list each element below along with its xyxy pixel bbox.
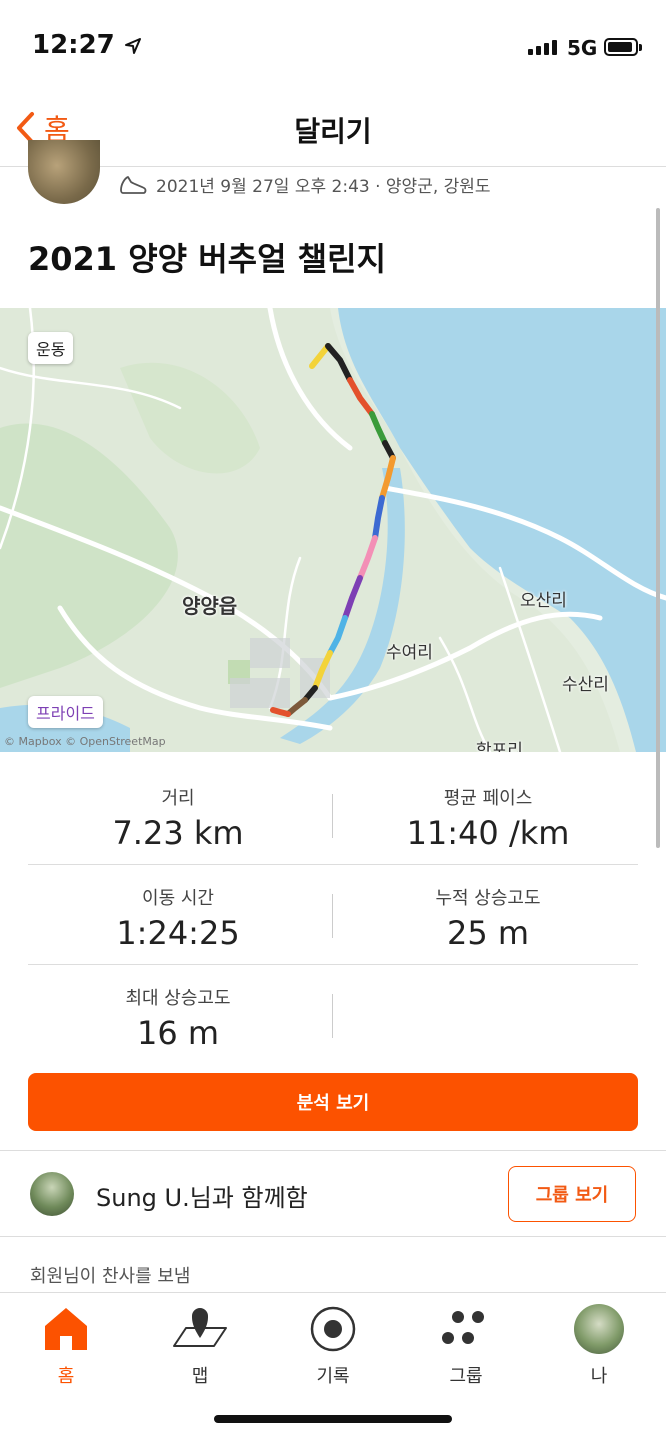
stat-label: 누적 상승고도 — [435, 888, 541, 909]
stat-value: 7.23 km — [112, 814, 244, 852]
stat-label: 이동 시간 — [142, 888, 214, 909]
stat-divider — [332, 894, 333, 938]
stat-max-elevation: 최대 상승고도 16 m — [28, 984, 328, 1052]
section-divider — [0, 1236, 666, 1237]
stat-avg-pace: 평균 페이스 11:40 /km — [338, 784, 638, 852]
view-analysis-button[interactable]: 분석 보기 — [28, 1073, 638, 1131]
activity-meta: 2021년 9월 27일 오후 2:43 · 양양군, 강원도 — [118, 172, 491, 197]
groups-icon — [442, 1311, 484, 1344]
route-map[interactable]: 운동 프라이드 양양읍 오산리 수여리 수산리 학포리 © Mapbox © O… — [0, 308, 666, 752]
stat-divider — [332, 794, 333, 838]
kudos-text[interactable]: 회원님이 찬사를 보냄 — [30, 1262, 190, 1288]
activity-title: 2021 양양 버추얼 챌린지 — [28, 240, 387, 278]
battery-icon — [604, 38, 642, 56]
stat-value: 11:40 /km — [406, 814, 570, 852]
stat-value: 16 m — [136, 1014, 220, 1052]
activity-date-location: 2021년 9월 27일 오후 2:43 · 양양군, 강원도 — [156, 177, 491, 197]
location-arrow-icon — [124, 37, 141, 54]
stat-label: 최대 상승고도 — [125, 988, 231, 1009]
with-athlete-text[interactable]: Sung U.님과 함께함 — [96, 1178, 308, 1213]
stat-row-divider — [28, 964, 638, 965]
map-place-label: 학포리 — [476, 741, 523, 752]
map-place-label: 수산리 — [562, 675, 609, 695]
view-group-button[interactable]: 그룹 보기 — [508, 1166, 636, 1222]
home-indicator[interactable] — [214, 1415, 452, 1423]
tab-groups[interactable]: 그룹 — [416, 1300, 516, 1388]
network-type: 5G — [567, 36, 598, 60]
shoe-icon — [120, 175, 147, 194]
tab-label: 맵 — [191, 1366, 209, 1387]
tab-maps[interactable]: 맵 — [150, 1300, 250, 1388]
map-attribution: © Mapbox © OpenStreetMap — [4, 735, 166, 748]
athlete-avatar[interactable] — [28, 140, 100, 204]
map-place-label: 양양읍 — [182, 594, 238, 618]
map-place-label: 수여리 — [386, 643, 433, 663]
tab-label: 그룹 — [449, 1366, 483, 1387]
map-chip-workout[interactable]: 운동 — [28, 332, 74, 364]
stat-distance: 거리 7.23 km — [28, 784, 328, 852]
tab-label: 홈 — [57, 1366, 75, 1387]
record-icon — [310, 1306, 356, 1352]
tab-label: 나 — [590, 1366, 608, 1387]
map-chip-pride[interactable]: 프라이드 — [28, 696, 103, 728]
stat-label: 평균 페이스 — [443, 788, 533, 809]
stat-divider — [332, 994, 333, 1038]
stat-moving-time: 이동 시간 1:24:25 — [28, 884, 328, 952]
stat-elevation-gain: 누적 상승고도 25 m — [338, 884, 638, 952]
map-place-label: 오산리 — [520, 591, 567, 611]
companion-avatar[interactable] — [30, 1172, 74, 1216]
scrollbar[interactable] — [656, 208, 660, 848]
profile-avatar — [574, 1304, 624, 1354]
status-time: 12:27 — [32, 30, 142, 60]
stat-value: 1:24:25 — [116, 914, 240, 952]
stat-row-divider — [28, 864, 638, 865]
tab-record[interactable]: 기록 — [283, 1300, 383, 1388]
tab-home[interactable]: 홈 — [16, 1300, 116, 1388]
section-divider — [0, 1150, 666, 1151]
stat-value: 25 m — [446, 914, 530, 952]
cell-signal-icon — [528, 40, 557, 55]
home-icon — [45, 1308, 87, 1350]
map-icon — [173, 1308, 227, 1347]
tab-you[interactable]: 나 — [549, 1300, 649, 1388]
stat-label: 거리 — [161, 788, 195, 809]
tab-label: 기록 — [316, 1366, 350, 1387]
